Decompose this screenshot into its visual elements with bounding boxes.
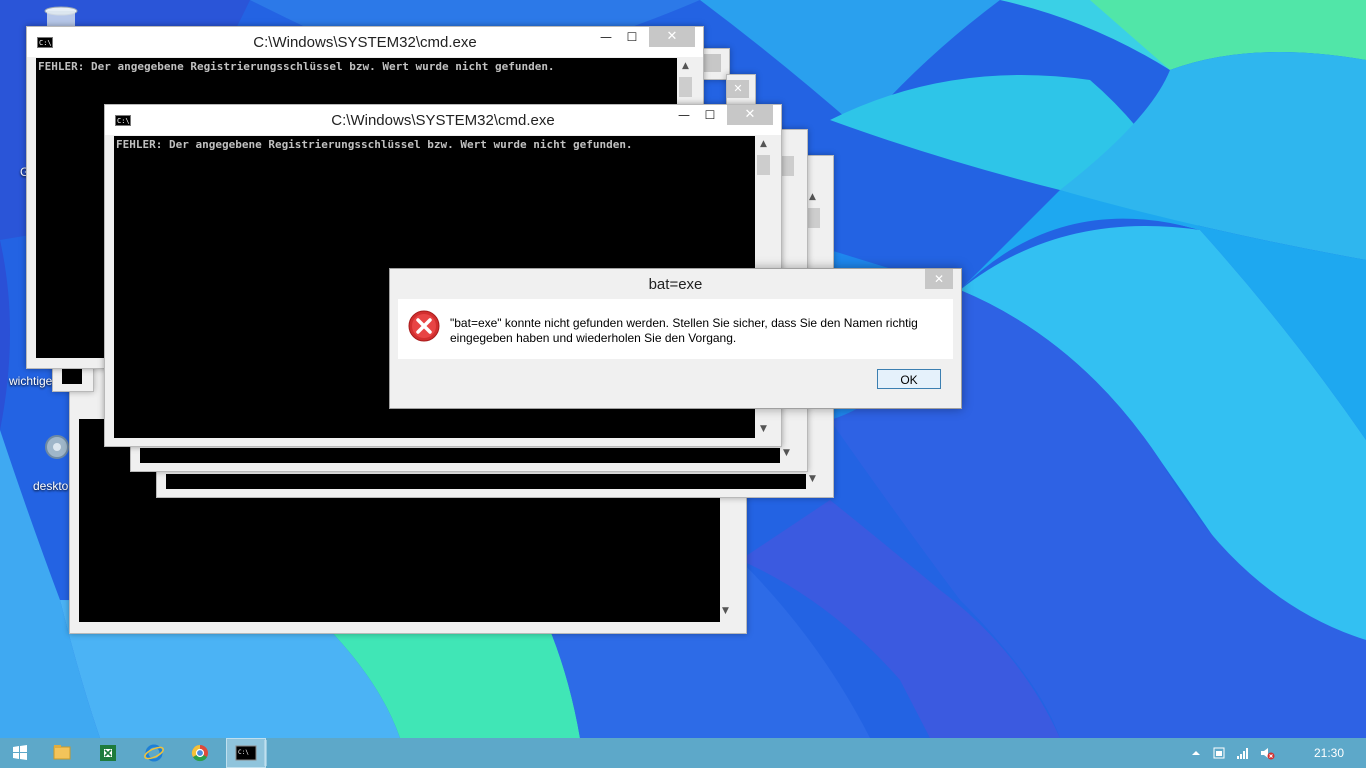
close-button[interactable]: ✕ [727, 105, 773, 125]
recycle-bin-icon[interactable] [44, 6, 78, 28]
svg-text:C:\: C:\ [238, 749, 249, 756]
internet-explorer-icon [144, 744, 164, 762]
scroll-down-arrow-icon[interactable]: ▼ [783, 448, 790, 458]
ok-button[interactable]: OK [877, 369, 941, 389]
file-explorer-button[interactable] [42, 738, 82, 768]
close-button[interactable]: ✕ [649, 27, 695, 47]
folder-icon [53, 745, 71, 760]
scroll-down-arrow-icon[interactable]: ▼ [722, 606, 729, 616]
dialog-message: "bat=exe" konnte nicht gefunden werden. … [450, 316, 918, 345]
volume-muted-icon[interactable] [1259, 745, 1275, 761]
taskbar: C:\ 21:30 [0, 738, 1366, 768]
cmd-taskbar-button[interactable]: C:\ [226, 738, 266, 768]
cmd-icon: C:\ [235, 745, 257, 761]
console-window-stub[interactable]: ✕ [726, 74, 756, 106]
chrome-icon [191, 744, 208, 762]
scroll-thumb[interactable] [679, 77, 692, 97]
desktop-icon-deskto[interactable]: deskto [33, 479, 68, 493]
scroll-thumb[interactable] [757, 155, 770, 175]
windows-logo-icon [13, 745, 27, 760]
dialog-title: bat=exe [648, 276, 703, 293]
error-icon [408, 310, 440, 342]
excel-icon [100, 745, 116, 761]
scroll-down-arrow-icon[interactable]: ▼ [809, 474, 816, 484]
error-dialog[interactable]: bat=exe ✕ "bat=exe" konnte nicht gefunde… [389, 268, 962, 409]
network-signal-icon[interactable] [1235, 745, 1251, 761]
chrome-button[interactable] [180, 738, 220, 768]
scroll-thumb[interactable] [781, 156, 794, 176]
scroll-up-arrow-icon[interactable]: ▲ [677, 58, 694, 75]
taskbar-stack-indicator [264, 740, 267, 766]
start-button[interactable] [0, 738, 40, 768]
scroll-up-arrow-icon[interactable]: ▲ [755, 136, 772, 153]
taskbar-clock[interactable]: 21:30 [1314, 746, 1344, 760]
maximize-button[interactable]: ☐ [619, 27, 645, 47]
excel-button[interactable] [88, 738, 128, 768]
gear-icon[interactable] [42, 430, 72, 464]
internet-explorer-button[interactable] [134, 738, 174, 768]
title-bar[interactable]: C:\ C:\Windows\SYSTEM32\cmd.exe — ☐ ✕ [27, 27, 703, 57]
maximize-button[interactable]: ☐ [697, 105, 723, 125]
dialog-title-bar[interactable]: bat=exe ✕ [390, 269, 961, 299]
dialog-body: "bat=exe" konnte nicht gefunden werden. … [398, 299, 953, 359]
title-bar[interactable]: C:\ C:\Windows\SYSTEM32\cmd.exe — ☐ ✕ [105, 105, 781, 135]
scroll-down-arrow-icon[interactable]: ▼ [755, 421, 772, 438]
desktop-icon-wichtige[interactable]: wichtige [9, 374, 52, 388]
scroll-up-arrow-icon[interactable]: ▲ [809, 192, 816, 202]
battery-icon[interactable] [1212, 745, 1228, 761]
scroll-thumb[interactable] [807, 208, 820, 228]
show-hidden-icons-icon[interactable] [1188, 745, 1204, 761]
minimize-button[interactable]: — [593, 27, 619, 47]
minimize-button[interactable]: — [671, 105, 697, 125]
dialog-close-button[interactable]: ✕ [925, 269, 953, 289]
